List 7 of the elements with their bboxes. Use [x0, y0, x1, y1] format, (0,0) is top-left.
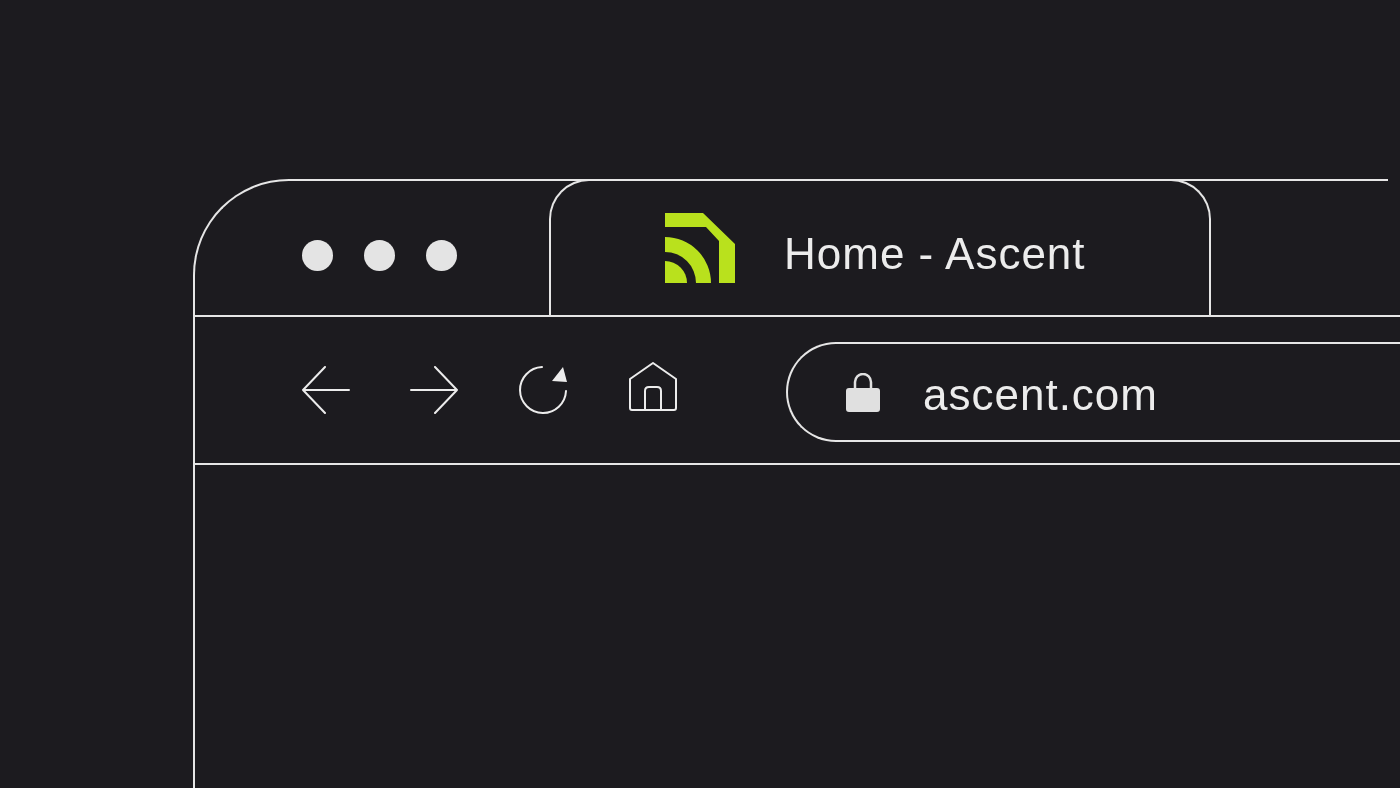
address-bar[interactable]: ascent.com [786, 342, 1400, 442]
browser-tab[interactable]: Home - Ascent [549, 179, 1211, 315]
forward-arrow-icon[interactable] [410, 366, 458, 414]
reload-icon[interactable] [518, 365, 568, 415]
logo-icon [665, 213, 735, 283]
home-icon[interactable] [628, 362, 678, 412]
back-arrow-icon[interactable] [302, 366, 350, 414]
